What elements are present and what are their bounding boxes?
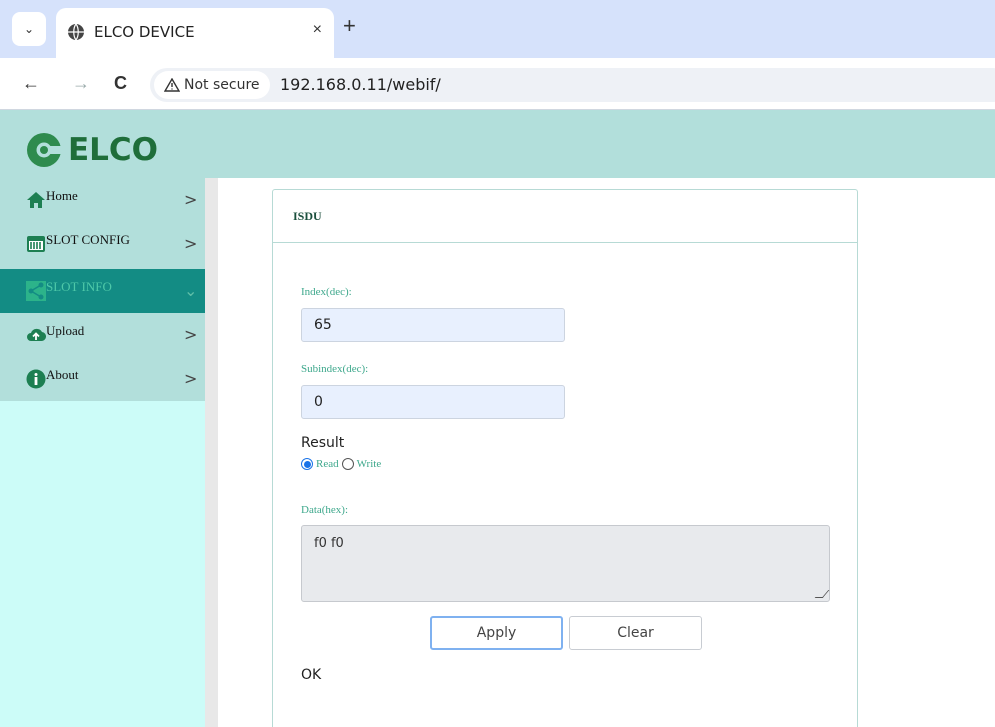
security-label: Not secure — [184, 77, 260, 93]
sidebar-item-label: Upload — [46, 323, 85, 338]
sidebar-item-label: Home — [46, 188, 78, 203]
share-icon — [26, 281, 46, 301]
slot-config-icon — [27, 236, 45, 252]
new-tab-button[interactable]: + — [343, 15, 356, 37]
forward-button[interactable]: → — [72, 74, 90, 92]
data-hex-value: f0 f0 — [314, 536, 344, 551]
apply-button[interactable]: Apply — [430, 616, 563, 650]
brand-name: ELCO — [68, 132, 159, 168]
subindex-input[interactable]: 0 — [301, 385, 565, 419]
read-radio[interactable] — [301, 458, 313, 470]
sidebar-divider — [205, 178, 218, 727]
panel-header: ISDU — [273, 190, 857, 243]
sidebar-item-label: SLOT INFO — [46, 279, 112, 294]
index-label: Index(dec): — [301, 286, 352, 298]
close-tab-icon[interactable]: × — [313, 21, 322, 39]
sidebar-item-upload[interactable]: Upload > — [0, 313, 205, 357]
sidebar-item-label: SLOT CONFIG — [46, 232, 130, 247]
sidebar-item-slot-config[interactable]: SLOT CONFIG > — [0, 222, 205, 266]
chevron-right-icon: > — [184, 325, 198, 344]
address-bar-row: ← → C Not secure 192.168.0.11/webif/ — [0, 58, 995, 110]
globe-icon — [68, 23, 84, 41]
upload-cloud-icon — [27, 328, 46, 342]
omnibox[interactable]: Not secure 192.168.0.11/webif/ — [150, 68, 995, 102]
sidebar-item-about[interactable]: About > — [0, 357, 205, 401]
back-button[interactable]: ← — [22, 74, 40, 92]
elco-logo-mark — [27, 133, 62, 167]
info-icon — [26, 369, 46, 389]
chevron-right-icon: > — [184, 369, 198, 388]
sidebar-item-slot-info[interactable]: SLOT INFO ⌄ — [0, 269, 205, 313]
page: ELCO Home > SLOT CONFIG > SLOT INFO ⌄ Up… — [0, 110, 995, 727]
chevron-down-icon: ⌄ — [184, 281, 198, 300]
data-label: Data(hex): — [301, 504, 349, 516]
sidebar: Home > SLOT CONFIG > SLOT INFO ⌄ Upload … — [0, 178, 205, 727]
clear-button[interactable]: Clear — [569, 616, 702, 650]
chevron-right-icon: > — [184, 190, 198, 209]
read-radio-label[interactable]: Read — [316, 458, 339, 470]
reload-button[interactable]: C — [114, 74, 127, 92]
panel-title: ISDU — [293, 209, 322, 223]
mode-radio-group: Read Write — [301, 458, 384, 470]
url-text: 192.168.0.11/webif/ — [280, 75, 441, 94]
status-text: OK — [301, 667, 322, 683]
sidebar-item-label: About — [46, 367, 79, 382]
tab-title: ELCO DEVICE — [94, 23, 195, 41]
write-radio[interactable] — [341, 458, 354, 470]
sidebar-item-home[interactable]: Home > — [0, 178, 205, 222]
sidebar-menu: Home > SLOT CONFIG > SLOT INFO ⌄ Upload … — [0, 178, 205, 401]
warning-triangle-icon — [164, 78, 180, 92]
page-header: ELCO — [0, 110, 995, 178]
elco-logo[interactable]: ELCO — [26, 132, 158, 168]
subindex-label: Subindex(dec): — [301, 363, 369, 375]
write-radio-label[interactable]: Write — [357, 458, 382, 470]
browser-tab[interactable]: ELCO DEVICE × — [56, 8, 334, 58]
result-label: Result — [301, 435, 345, 451]
index-input[interactable]: 65 — [301, 308, 565, 342]
data-hex-textarea[interactable]: f0 f0 — [301, 525, 830, 602]
home-icon — [27, 192, 45, 208]
security-indicator[interactable]: Not secure — [154, 71, 270, 99]
isdu-panel: ISDU Index(dec): 65 Subindex(dec): 0 Res… — [272, 189, 858, 727]
resize-grip-icon[interactable] — [814, 590, 830, 598]
chevron-right-icon: > — [184, 234, 198, 253]
chevron-down-icon: ⌄ — [23, 22, 35, 36]
tab-search-dropdown-button[interactable]: ⌄ — [12, 12, 46, 46]
browser-tab-strip: ⌄ ELCO DEVICE × + — [0, 0, 995, 58]
